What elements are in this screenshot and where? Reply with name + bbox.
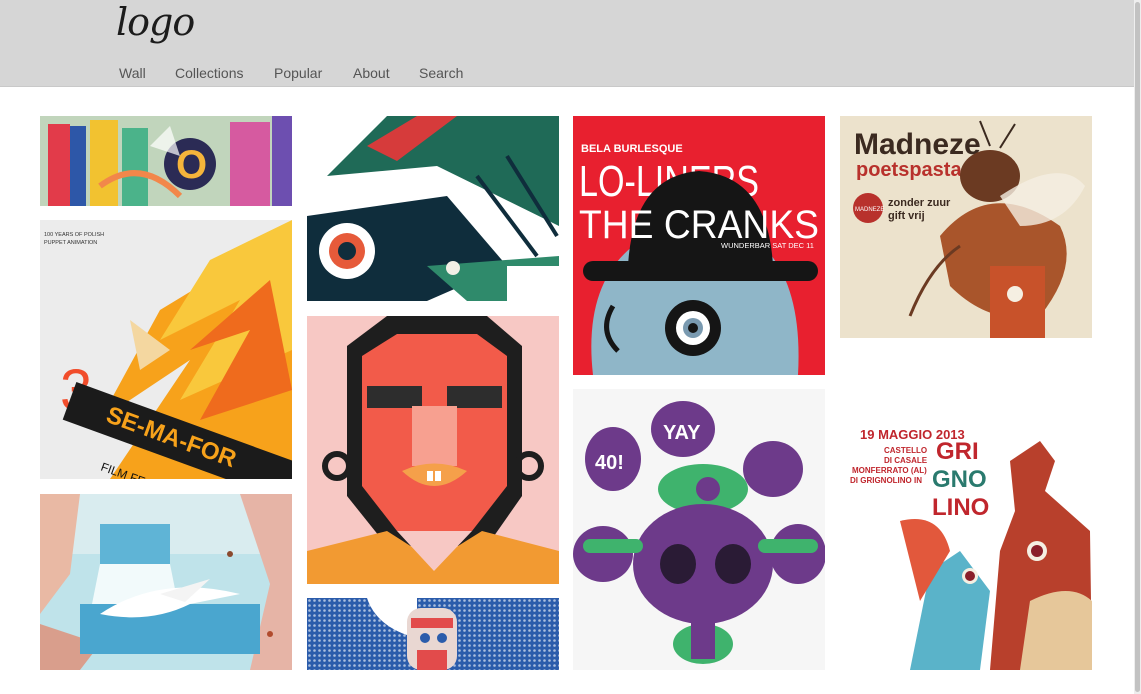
nav-wall[interactable]: Wall — [119, 65, 146, 81]
grignolino-line-2: DI CASALE — [884, 456, 928, 465]
page-scrollbar[interactable] — [1134, 0, 1141, 694]
gallery-tile-grignolino[interactable]: 19 MAGGIO 2013 CASTELLO DI CASALE MONFER… — [840, 401, 1092, 670]
grignolino-big-3: LINO — [932, 494, 989, 521]
gallery-tile-polish-animation[interactable]: 100 YEARS OF POLISH PUPPET ANIMATION 3. … — [40, 220, 292, 479]
bela-venue: WUNDERBAR SAT DEC 11 — [721, 241, 814, 250]
polish-top-line-2: PUPPET ANIMATION — [44, 240, 97, 246]
gallery-tile-graffiti-skull[interactable]: 40! YAY — [573, 389, 825, 670]
svg-text:O: O — [176, 143, 207, 187]
grignolino-line-3: MONFERRATO (AL) — [852, 466, 927, 475]
madneze-line-2: gift vrij — [888, 210, 925, 222]
red-face-image — [307, 316, 559, 584]
nav-collections[interactable]: Collections — [175, 65, 243, 81]
grignolino-line-4: DI GRIGNOLINO IN — [850, 476, 922, 485]
grignolino-image: 19 MAGGIO 2013 CASTELLO DI CASALE MONFER… — [840, 401, 1092, 670]
top-header-bar: logo Wall Collections Popular About Sear… — [0, 0, 1134, 87]
graffiti-skull-image: 40! YAY — [573, 389, 825, 670]
gallery-tile-madneze[interactable]: Madneze poetspasta MADNEZE zonder zuur g… — [840, 116, 1092, 338]
grignolino-big-2: GNO — [932, 466, 987, 493]
madneze-line-1: zonder zuur — [888, 197, 951, 209]
polish-top-line-1: 100 YEARS OF POLISH — [44, 232, 104, 238]
madneze-seal: MADNEZE — [855, 207, 884, 213]
graffiti-text-1: 40! — [595, 452, 624, 474]
gallery-tile-waterfall-bird[interactable] — [40, 494, 292, 670]
gallery-tile-halftone-figure[interactable] — [307, 598, 559, 670]
nav-popular[interactable]: Popular — [274, 65, 322, 81]
madneze-title: Madneze — [854, 128, 981, 161]
halftone-figure-image — [307, 598, 559, 670]
madneze-image: Madneze poetspasta MADNEZE zonder zuur g… — [840, 116, 1092, 338]
grignolino-line-1: CASTELLO — [884, 446, 927, 455]
scrollbar-thumb[interactable] — [1135, 2, 1140, 692]
gallery-tile-red-face[interactable] — [307, 316, 559, 584]
bela-small-title: BELA BURLESQUE — [581, 143, 683, 155]
gallery-tile-lo-liners[interactable]: BELA BURLESQUE LO-LINERS THE CRANKS WUND… — [573, 116, 825, 375]
gallery-tile-biplane[interactable] — [307, 116, 559, 301]
lo-liners-image: BELA BURLESQUE LO-LINERS THE CRANKS WUND… — [573, 116, 825, 375]
site-logo[interactable]: logo — [116, 0, 195, 44]
graffiti-text-2: YAY — [663, 422, 701, 444]
nav-search[interactable]: Search — [419, 65, 463, 81]
waterfall-bird-image — [40, 494, 292, 670]
madneze-subtitle: poetspasta — [856, 159, 962, 181]
biplane-image — [307, 116, 559, 301]
letters-poster-image: O — [40, 116, 292, 206]
gallery-tile-letters-poster[interactable]: O — [40, 116, 292, 206]
polish-animation-image: 100 YEARS OF POLISH PUPPET ANIMATION 3. … — [40, 220, 292, 479]
nav-about[interactable]: About — [353, 65, 390, 81]
grignolino-big-1: GRI — [936, 438, 979, 465]
